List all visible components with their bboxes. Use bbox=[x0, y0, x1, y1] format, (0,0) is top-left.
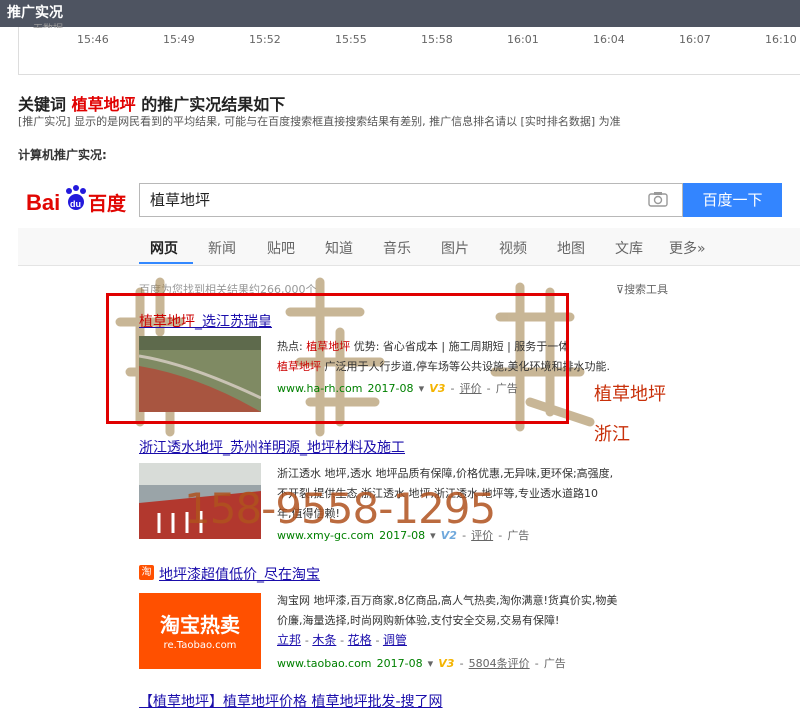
result-3-url[interactable]: www.taobao.com bbox=[277, 657, 372, 670]
svg-text:du: du bbox=[70, 199, 81, 209]
taobao-thumb-big: 淘宝热卖 bbox=[160, 613, 240, 637]
timeline-tick: 15:52 bbox=[249, 33, 281, 46]
timeline-tick: 16:01 bbox=[507, 33, 539, 46]
tab-video[interactable]: 视频 bbox=[499, 238, 527, 258]
tab-more[interactable]: 更多» bbox=[669, 238, 706, 258]
verified-v-icon: V3 bbox=[438, 657, 455, 670]
taobao-thumb-small: re.Taobao.com bbox=[163, 640, 237, 651]
dropdown-arrow-icon[interactable]: ▾ bbox=[428, 657, 434, 670]
phone-number-overlay: 158-9558-1295 bbox=[184, 484, 496, 533]
result-3-line-1: 淘宝网 地坪漆,百万商家,8亿商品,高人气热卖,淘你满意!货真价实,物美 bbox=[277, 594, 618, 607]
tab-news[interactable]: 新闻 bbox=[208, 238, 236, 258]
result-3-line-2: 价廉,海量选择,时尚网购新体验,支付安全交易,交易有保障! bbox=[277, 614, 560, 627]
pc-preview-label: 计算机推广实况: bbox=[18, 148, 107, 162]
sublink-tiaoguan[interactable]: 调管 bbox=[383, 633, 407, 647]
result-2-title[interactable]: 浙江透水地坪_苏州祥明源_地坪材料及施工 bbox=[139, 437, 405, 457]
svg-text:百度: 百度 bbox=[88, 192, 127, 215]
tab-map[interactable]: 地图 bbox=[557, 238, 585, 258]
tab-web[interactable]: 网页 bbox=[150, 238, 178, 258]
result-3-review[interactable]: 5804条评价 bbox=[469, 657, 530, 670]
timeline-tick: 15:55 bbox=[335, 33, 367, 46]
explanation-note: [推广实况] 显示的是网民看到的平均结果, 可能与在百度搜索框直接搜索结果有差别… bbox=[18, 115, 621, 128]
timeline-tick: 16:10 bbox=[765, 33, 797, 46]
result-2-ad-label: 广告 bbox=[507, 529, 530, 542]
heading-prefix: 关键词 bbox=[18, 95, 67, 114]
heading-keyword: 植草地坪 bbox=[71, 95, 136, 114]
timeline-cut-label: 无数据 bbox=[33, 20, 63, 28]
timeline-tick: 16:04 bbox=[593, 33, 625, 46]
search-button[interactable]: 百度一下 bbox=[683, 183, 782, 217]
taobao-icon: 淘 bbox=[139, 565, 154, 580]
timeline-tick: 16:07 bbox=[679, 33, 711, 46]
window-title: 推广实况 bbox=[0, 0, 800, 27]
sublink-huage[interactable]: 花格 bbox=[348, 633, 372, 647]
tab-tieba[interactable]: 贴吧 bbox=[267, 238, 295, 258]
annotation-region: 浙江 bbox=[594, 424, 630, 445]
result-4-title[interactable]: 【植草地坪】植草地坪价格 植草地坪批发-搜了网 bbox=[139, 691, 443, 711]
camera-icon[interactable] bbox=[648, 191, 668, 207]
result-3-date: 2017-08 bbox=[376, 657, 423, 670]
svg-text:Bai: Bai bbox=[26, 190, 60, 215]
result-heading: 关键词 植草地坪 的推广实况结果如下 bbox=[18, 91, 285, 115]
result-3-ad-label: 广告 bbox=[543, 657, 566, 670]
tab-music[interactable]: 音乐 bbox=[383, 238, 411, 258]
baidu-logo: Bai du 百度 bbox=[26, 180, 132, 220]
search-input[interactable]: 植草地坪 bbox=[139, 183, 683, 217]
timeline-tick: 15:49 bbox=[163, 33, 195, 46]
result-3-sublinks: 立邦 - 木条 - 花格 - 调管 bbox=[277, 633, 407, 647]
sublink-mutiao[interactable]: 木条 bbox=[312, 633, 336, 647]
result-2-line-1: 浙江透水 地坪,透水 地坪品质有保障,价格优惠,无异味,更环保;高强度, bbox=[277, 467, 614, 480]
timeline-tick: 15:46 bbox=[77, 33, 109, 46]
result-3-meta: www.taobao.com 2017-08 ▾ V3 - 5804条评价 - … bbox=[277, 657, 566, 670]
heading-suffix: 的推广实况结果如下 bbox=[141, 95, 286, 114]
result-3-title[interactable]: 地坪漆超值低价_尽在淘宝 bbox=[159, 564, 320, 584]
sublink-libang[interactable]: 立邦 bbox=[277, 633, 301, 647]
timeline-tick: 15:58 bbox=[421, 33, 453, 46]
tab-image[interactable]: 图片 bbox=[441, 238, 469, 258]
highlight-box bbox=[106, 293, 569, 424]
tab-zhidao[interactable]: 知道 bbox=[325, 238, 353, 258]
result-3-thumbnail[interactable]: 淘宝热卖 re.Taobao.com bbox=[139, 593, 261, 669]
annotation-keyword: 植草地坪 bbox=[594, 384, 666, 405]
tab-wenku[interactable]: 文库 bbox=[615, 238, 643, 258]
